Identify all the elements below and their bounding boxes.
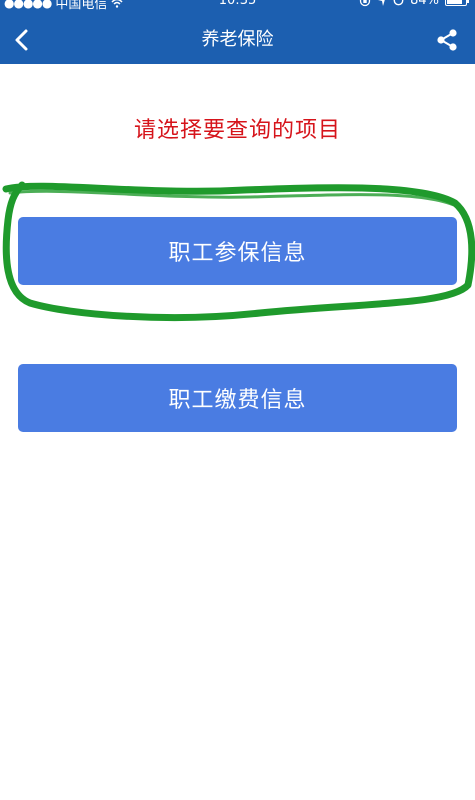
button-label: 职工缴费信息 (168, 388, 307, 413)
share-button[interactable] (425, 16, 469, 64)
alarm-icon (393, 0, 404, 6)
button-label: 职工参保信息 (168, 241, 307, 266)
instruction-text: 请选择要查询的项目 (133, 118, 341, 143)
screen: ●●●●● 中国电信 10:35 84% 养老保险 请选择要查询的项目 职工参保… (0, 0, 475, 800)
employee-payment-info-button[interactable]: 职工缴费信息 (18, 364, 457, 432)
page-title: 养老保险 (201, 29, 274, 50)
nav-bar: 养老保险 (0, 16, 475, 64)
status-bar: ●●●●● 中国电信 10:35 84% (0, 0, 475, 12)
employee-insurance-info-button[interactable]: 职工参保信息 (18, 217, 457, 285)
share-icon (437, 29, 457, 51)
battery-percent: 84% (410, 0, 439, 8)
top-bar: ●●●●● 中国电信 10:35 84% 养老保险 (0, 0, 475, 64)
battery-fill (447, 0, 463, 4)
battery-icon (445, 0, 469, 6)
back-button[interactable] (0, 16, 44, 64)
chevron-left-icon (15, 29, 28, 51)
lock-rotation-icon (359, 0, 371, 6)
status-right: 84% (359, 0, 469, 8)
location-icon (380, 0, 385, 6)
